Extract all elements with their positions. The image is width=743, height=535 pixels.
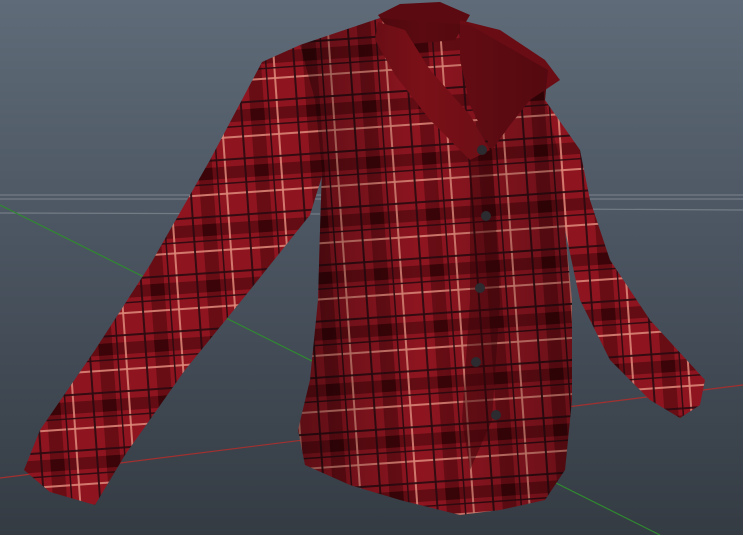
3d-viewport[interactable] — [0, 0, 743, 535]
body-shading — [298, 18, 572, 515]
button-3 — [475, 283, 485, 293]
button-4 — [471, 357, 481, 367]
button-5 — [491, 410, 501, 420]
left-sleeve — [24, 45, 330, 505]
button-2 — [481, 211, 491, 221]
button-1 — [477, 145, 487, 155]
jacket-model[interactable] — [24, 2, 705, 515]
viewport-canvas — [0, 2, 743, 535]
